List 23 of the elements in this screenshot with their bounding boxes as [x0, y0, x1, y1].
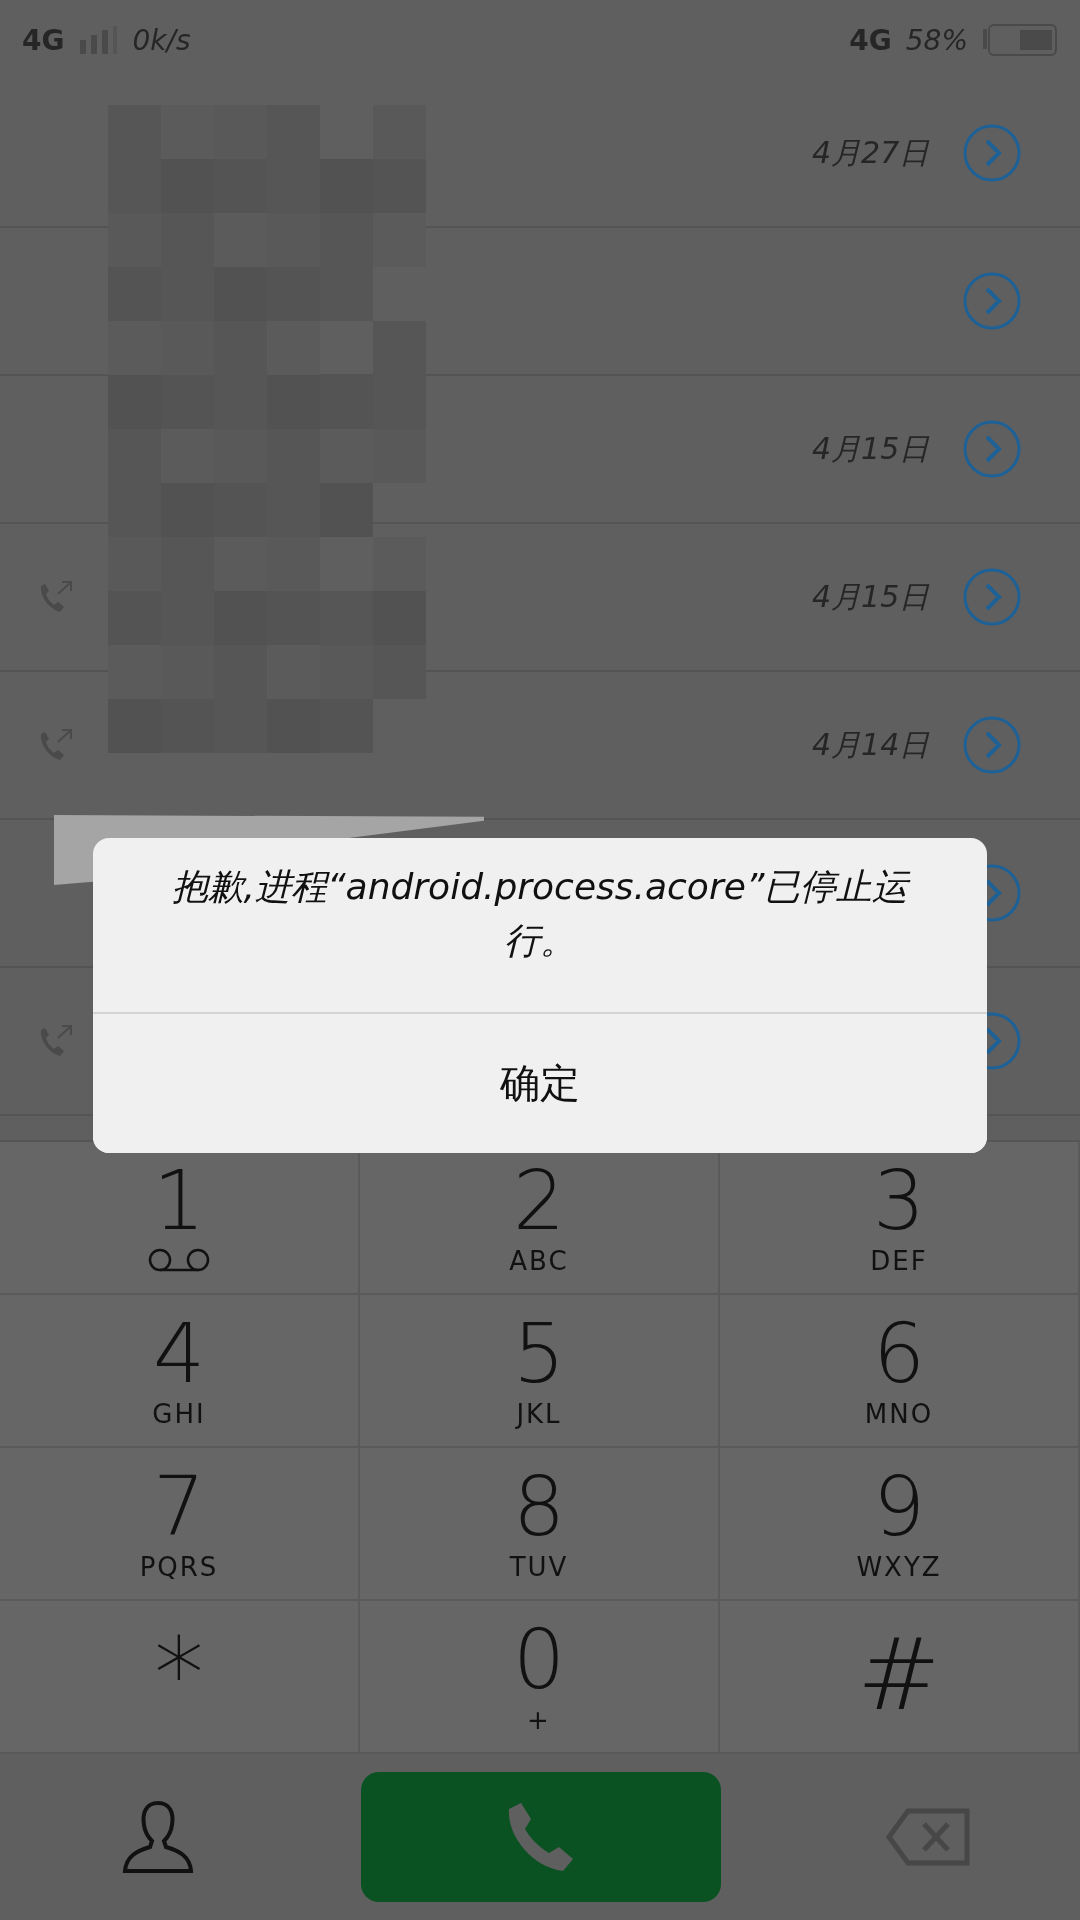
dial-key[interactable]: 6 MNO	[720, 1295, 1080, 1448]
dial-key[interactable]: 7 PQRS	[0, 1448, 360, 1601]
battery-percent: 58%	[905, 23, 968, 57]
call-date: 4月15日	[812, 577, 931, 616]
call-date: 4月15日	[812, 429, 931, 468]
dial-key[interactable]: 8 TUV	[360, 1448, 720, 1601]
network-speed: 0k/s	[132, 23, 191, 57]
call-button[interactable]	[361, 1772, 721, 1902]
network-type: 4G	[22, 23, 65, 57]
dial-key[interactable]: *	[0, 1601, 360, 1754]
contact-icon[interactable]	[120, 1799, 196, 1875]
dial-key[interactable]: 3 DEF	[720, 1142, 1080, 1295]
backspace-icon[interactable]	[886, 1808, 970, 1866]
dial-key[interactable]: 4 GHI	[0, 1295, 360, 1448]
dial-key[interactable]: 9 WXYZ	[720, 1448, 1080, 1601]
call-date: 4月14日	[812, 725, 931, 764]
call-date: 4月27日	[812, 133, 931, 172]
dial-key[interactable]: #	[720, 1601, 1080, 1754]
network-type: 4G	[849, 23, 892, 57]
dial-key[interactable]: 0 +	[360, 1601, 720, 1754]
dial-key[interactable]: 1	[0, 1142, 360, 1295]
voicemail-icon	[148, 1248, 210, 1272]
dial-key[interactable]: 5 JKL	[360, 1295, 720, 1448]
